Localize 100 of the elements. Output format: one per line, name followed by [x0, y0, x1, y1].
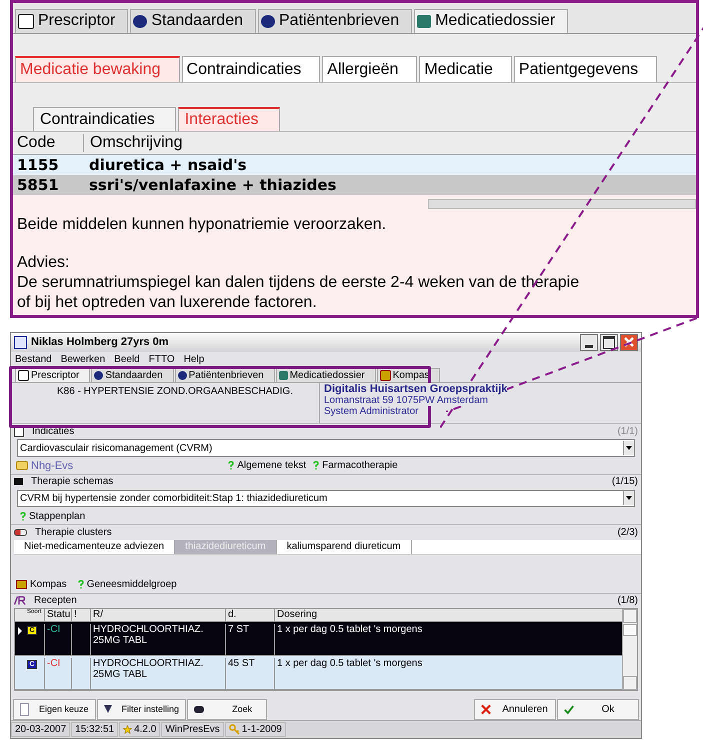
table-cell: HYDROCHLOORTHIAZ. 25MG TABL [91, 624, 226, 655]
menu-item[interactable]: Help [184, 354, 204, 366]
note-text: Beide middelen kunnen hyponatriemie veroorzaken. [17, 215, 388, 235]
table-cell-text: ssri's/venlafaxine + thiazides [88, 176, 336, 194]
tab-icon [261, 14, 275, 28]
menu-item[interactable]: FTTO [148, 354, 175, 366]
help-icon [313, 461, 320, 470]
menu-item[interactable]: Beeld [114, 354, 140, 366]
tab-icon [417, 14, 432, 28]
interaction-row[interactable]: 1155 diuretica + nsaid's [13, 155, 696, 175]
status-field: 1-1-2009 [224, 722, 286, 738]
cross-icon [481, 704, 491, 715]
tab[interactable]: Allergieën [322, 56, 418, 82]
note-text: of bij het optreden van luxerende factoren. [17, 293, 318, 313]
tab[interactable]: Standaarden [91, 368, 174, 382]
dialog-button[interactable]: Ok [557, 698, 639, 720]
minimize-button[interactable] [580, 334, 598, 351]
tab-icon [278, 371, 288, 380]
section-title: Therapie schemas [31, 476, 114, 488]
column-header: Statu [45, 608, 72, 621]
schema-dropdown[interactable]: CVRM bij hypertensie zonder comorbiditeit:Stap 1: thiazidediureticum [17, 490, 635, 508]
tab[interactable]: Patiëntenbrieven [258, 9, 412, 33]
status-field: 20-03-2007 [11, 722, 70, 738]
tab-icon [133, 14, 148, 28]
close-button[interactable] [620, 334, 638, 351]
diagnosis-text: K86 - HYPERTENSIE ZOND.ORGAANBESCHADIG. [57, 385, 294, 400]
pill-icon [14, 528, 27, 536]
toolbar-button[interactable]: Filter instelling [96, 698, 186, 720]
status-field: 4.2.0 [119, 722, 160, 738]
folder-link[interactable]: Nhg-Evs [31, 460, 74, 472]
menu-item[interactable]: Bestand [15, 354, 52, 366]
tab[interactable]: Patiëntenbrieven [174, 368, 275, 382]
status-field: WinPresEvs [161, 722, 224, 738]
schema-icon [14, 478, 23, 486]
section-count: (1/1) [617, 426, 638, 437]
folder-icon [16, 461, 28, 470]
scrollbar[interactable] [622, 608, 637, 690]
menu-item[interactable]: Bewerken [60, 354, 106, 366]
tab-icon [178, 371, 187, 380]
star-icon [123, 724, 132, 734]
help-link[interactable]: Algemene tekst [237, 460, 306, 472]
table-cell: -CI [45, 624, 72, 655]
scrollbar[interactable] [428, 199, 696, 209]
table-cell-text: 5851 [16, 176, 60, 194]
user-name: System Administrator [324, 406, 418, 418]
key-icon [228, 724, 240, 735]
section-title: Indicaties [32, 426, 76, 437]
tab[interactable]: Medicatiedossier [414, 9, 568, 33]
table-cell-text: 1155 [16, 156, 60, 174]
help-icon [20, 512, 26, 521]
dropdown-value: CVRM bij hypertensie zonder comorbiditeit:Stap 1: thiazidediureticum [19, 492, 328, 504]
column-header: d. [226, 608, 275, 621]
indication-dropdown[interactable]: Cardiovasculair risicomanagement (CVRM) [17, 439, 635, 457]
section-count: (2/3) [617, 526, 638, 538]
table-cell: HYDROCHLOORTHIAZ. 25MG TABL [91, 658, 226, 689]
row-pointer-icon [18, 626, 22, 635]
note-text: De serumnatriumspiegel kan dalen tijdens de eerste 2-4 weken van de therapie [17, 273, 580, 293]
note-text: Advies: [17, 253, 70, 273]
help-link[interactable]: Geneesmiddelgroep [86, 579, 177, 590]
table-cell: 7 ST [226, 624, 275, 655]
help-link[interactable]: Farmacotherapie [322, 460, 398, 472]
prescription-icon [14, 596, 26, 606]
practice-address: Lomanstraat 59 1075PW Amsterdam [324, 395, 488, 406]
tab-icon [18, 14, 34, 28]
tab[interactable]: Prescriptor [15, 9, 128, 33]
column-header: Omschrijving [89, 134, 182, 152]
tab[interactable]: Interacties [178, 107, 280, 131]
help-icon [78, 580, 84, 590]
toolbar-button[interactable]: Zoek [187, 698, 268, 720]
close-icon [623, 336, 635, 348]
tab-icon [94, 371, 104, 380]
maximize-button[interactable] [600, 334, 618, 351]
column-header: R/ [91, 608, 226, 621]
tab[interactable]: Standaarden [130, 9, 256, 33]
interaction-row[interactable]: 5851 ssri's/venlafaxine + thiazides [13, 175, 696, 195]
section-count: (1/15) [612, 476, 638, 488]
tab-icon [18, 370, 29, 382]
help-link[interactable]: Stappenplan [29, 510, 86, 522]
window-title: Niklas Holmberg 27yrs 0m [31, 336, 170, 348]
tab[interactable]: Contraindicaties [182, 56, 320, 82]
dialog-button[interactable]: Annuleren [474, 698, 556, 720]
table-cell-text: diuretica + nsaid's [88, 156, 247, 174]
section-count: (1/8) [617, 595, 638, 606]
tab[interactable]: Prescriptor [15, 368, 90, 382]
table-cell-text: 1 x per dag 0.5 tablet 's morgens [276, 624, 424, 637]
app-icon [14, 336, 27, 349]
tab-icon [380, 370, 391, 382]
compass-link[interactable]: Kompas [30, 579, 67, 590]
tab[interactable]: Contraindicaties [33, 107, 176, 131]
tab[interactable]: Medicatiedossier [276, 368, 376, 382]
tab[interactable]: Patientgegevens [514, 56, 658, 82]
tab[interactable]: Medicatie [419, 56, 512, 82]
check-icon [564, 704, 574, 715]
table-cell: -CI [45, 658, 72, 689]
section-title: Therapie clusters [35, 526, 113, 538]
toolbar-button[interactable]: Eigen keuze [13, 698, 96, 720]
table-cell: 45 ST [226, 658, 275, 689]
table-cell-text: 1 x per dag 0.5 tablet 's morgens [276, 658, 424, 671]
tab[interactable]: Medicatie bewaking [15, 56, 180, 82]
help-icon [228, 461, 234, 470]
